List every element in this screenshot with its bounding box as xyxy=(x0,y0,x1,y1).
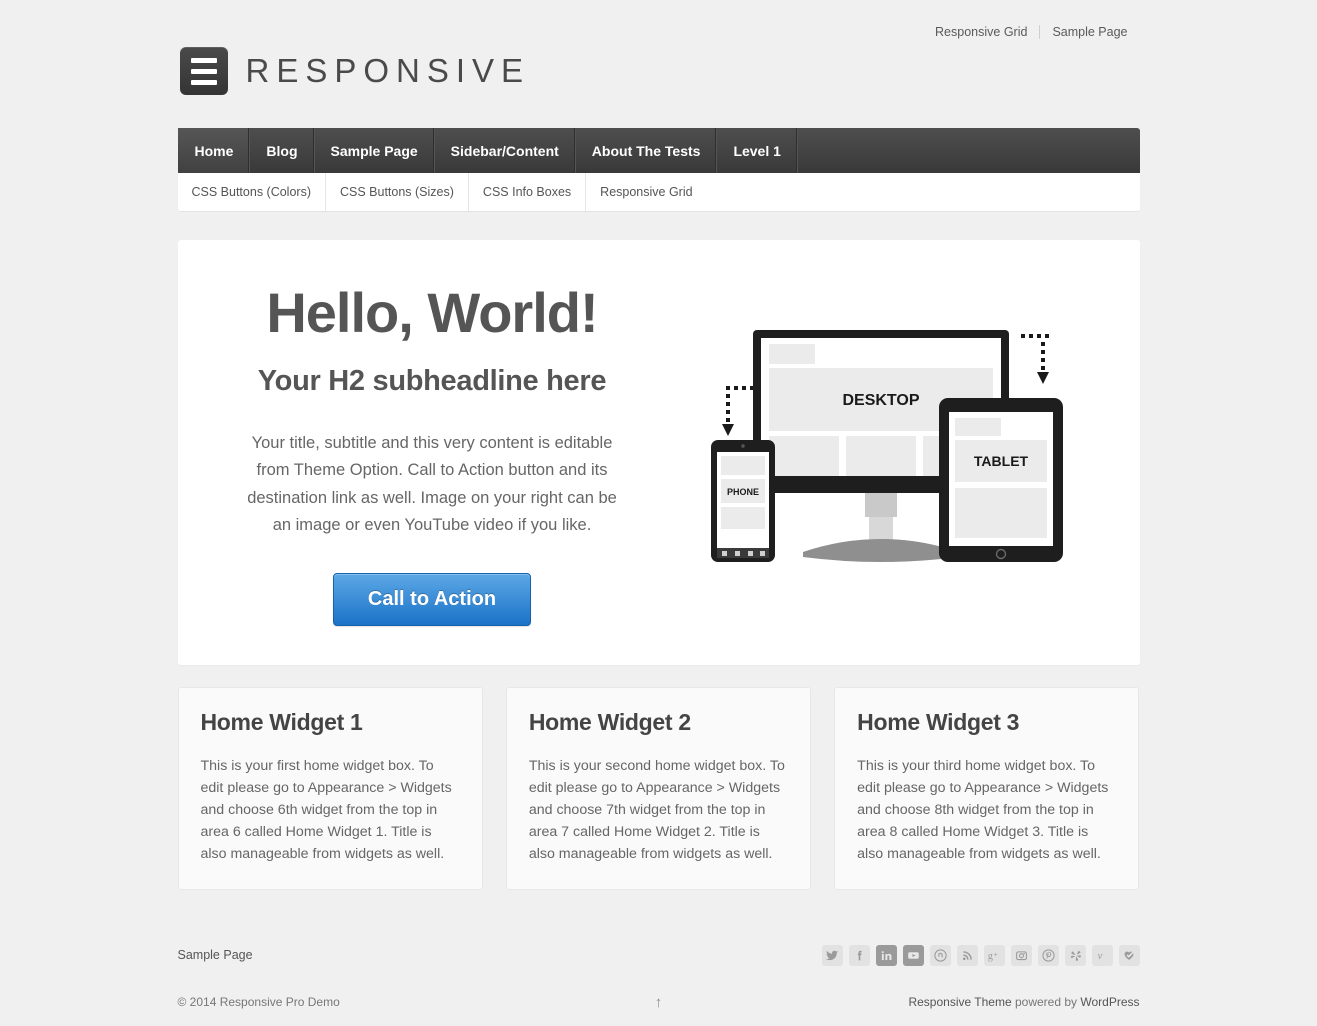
subnav-item-css-buttons-sizes[interactable]: CSS Buttons (Sizes) xyxy=(326,173,469,211)
hero-panel: Hello, World! Your H2 subheadline here Y… xyxy=(177,240,1140,665)
hamburger-icon xyxy=(179,47,228,95)
credit-powered-by-text: powered by xyxy=(1011,995,1081,1009)
footer-menu-item-sample-page[interactable]: Sample Page xyxy=(178,948,253,962)
site-title: RESPONSIVE xyxy=(245,52,531,89)
hero-image-column: DESKTOP PHONE TABLET xyxy=(659,274,1112,629)
wordpress-link[interactable]: WordPress xyxy=(1080,995,1139,1009)
widget-body: This is your second home widget box. To … xyxy=(528,758,785,862)
hero-text-column: Hello, World! Your H2 subheadline here Y… xyxy=(206,274,659,629)
subnav-item-responsive-grid[interactable]: Responsive Grid xyxy=(586,173,706,211)
hero-body-text: Your title, subtitle and this very conte… xyxy=(247,433,617,534)
top-nav-item-responsive-grid[interactable]: Responsive Grid xyxy=(923,25,1039,39)
home-widget-3: Home Widget 3 This is your third home wi… xyxy=(834,687,1140,890)
phone-device: PHONE xyxy=(710,440,775,562)
back-to-top-button[interactable]: ↑ xyxy=(655,995,663,1010)
widget-title: Home Widget 1 xyxy=(200,709,363,735)
yelp-icon[interactable] xyxy=(1064,944,1086,966)
site-footer: Sample Page g + v © 2014 Responsive Pro … xyxy=(178,932,1140,1026)
hamburger-bar xyxy=(190,57,217,63)
widget-body: This is your third home widget box. To e… xyxy=(857,758,1109,862)
call-to-action-button[interactable]: Call to Action xyxy=(332,573,532,627)
nav-item-level-1[interactable]: Level 1 xyxy=(717,128,798,173)
nav-item-sample-page[interactable]: Sample Page xyxy=(315,128,435,173)
hamburger-bar xyxy=(190,79,217,85)
twitter-icon[interactable] xyxy=(821,944,843,966)
site-logo[interactable]: RESPONSIVE xyxy=(178,40,1140,102)
widget-body: This is your first home widget box. To e… xyxy=(200,758,452,862)
widget-title: Home Widget 2 xyxy=(528,709,691,735)
nav-item-about-the-tests[interactable]: About The Tests xyxy=(576,128,718,173)
hero-headline: Hello, World! xyxy=(266,281,598,344)
footer-menu: Sample Page xyxy=(178,946,253,964)
responsive-devices-illustration: DESKTOP PHONE TABLET xyxy=(710,330,1063,562)
tablet-device: TABLET xyxy=(938,398,1063,562)
nav-item-blog[interactable]: Blog xyxy=(250,128,315,173)
nav-item-home[interactable]: Home xyxy=(177,128,251,173)
arrow-left-icon xyxy=(721,386,754,436)
page-container: Responsive Grid Sample Page RESPONSIVE H… xyxy=(177,0,1140,1026)
home-widget-2: Home Widget 2 This is your second home w… xyxy=(505,687,812,890)
pinterest-icon[interactable] xyxy=(1037,944,1059,966)
home-widgets: Home Widget 1 This is your first home wi… xyxy=(177,687,1140,890)
footer-bottom-row: © 2014 Responsive Pro Demo ↑ Responsive … xyxy=(178,978,1140,1026)
rss-icon[interactable] xyxy=(956,944,978,966)
svg-text:v: v xyxy=(1098,951,1103,962)
facebook-icon[interactable] xyxy=(848,944,870,966)
widget-title: Home Widget 3 xyxy=(857,709,1020,735)
social-links: g + v xyxy=(821,944,1140,966)
phone-label: PHONE xyxy=(726,487,758,497)
vimeo-icon[interactable]: v xyxy=(1091,944,1113,966)
linkedin-icon[interactable] xyxy=(875,944,897,966)
footer-top-row: Sample Page g + v xyxy=(178,932,1140,978)
home-widget-1: Home Widget 1 This is your first home wi… xyxy=(177,687,483,890)
heart-check-icon[interactable] xyxy=(1118,944,1140,966)
desktop-label: DESKTOP xyxy=(842,392,919,409)
svg-text:g: g xyxy=(987,951,992,962)
top-nav-item-sample-page[interactable]: Sample Page xyxy=(1040,25,1139,39)
youtube-icon[interactable] xyxy=(902,944,924,966)
sub-navigation: CSS Buttons (Colors) CSS Buttons (Sizes)… xyxy=(177,173,1140,212)
googleplus-icon[interactable]: g + xyxy=(983,944,1005,966)
tablet-label: TABLET xyxy=(973,453,1028,469)
arrow-right-icon xyxy=(1020,334,1049,384)
main-navigation: Home Blog Sample Page Sidebar/Content Ab… xyxy=(177,128,1140,173)
svg-text:+: + xyxy=(993,951,997,958)
nav-item-sidebar-content[interactable]: Sidebar/Content xyxy=(435,128,576,173)
instagram-icon[interactable] xyxy=(1010,944,1032,966)
subnav-item-css-buttons-colors[interactable]: CSS Buttons (Colors) xyxy=(178,173,326,211)
theme-credit: Responsive Theme powered by WordPress xyxy=(908,995,1139,1009)
subnav-item-css-info-boxes[interactable]: CSS Info Boxes xyxy=(469,173,587,211)
theme-link[interactable]: Responsive Theme xyxy=(908,995,1011,1009)
copyright-text: © 2014 Responsive Pro Demo xyxy=(177,995,340,1009)
hamburger-bar xyxy=(190,68,217,74)
hero-subheadline: Your H2 subheadline here xyxy=(257,364,607,397)
stumbleupon-icon[interactable] xyxy=(929,944,951,966)
